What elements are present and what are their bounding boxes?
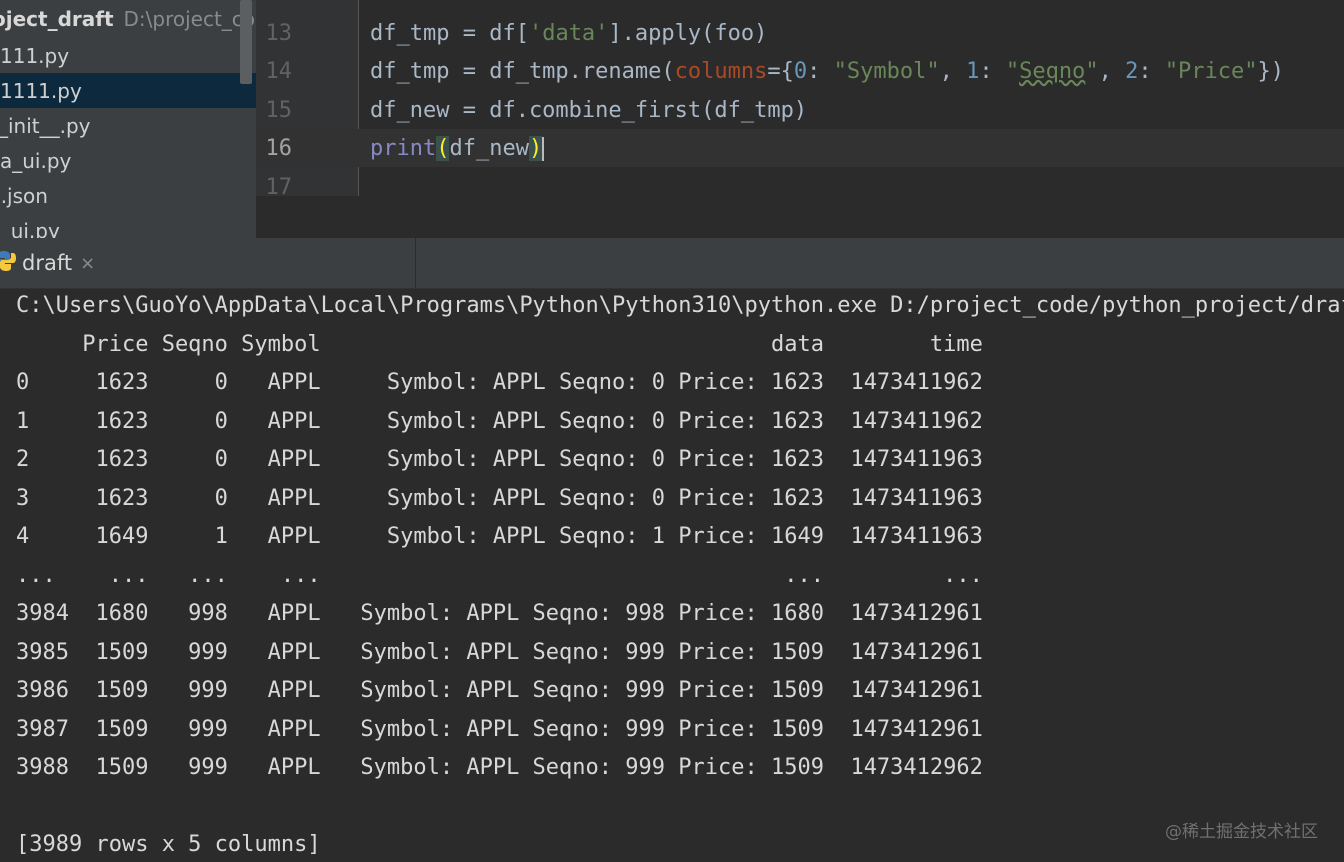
file-item[interactable]: a_ui.py	[0, 143, 256, 178]
console-command-line: C:\Users\GuoYo\AppData\Local\Programs\Py…	[16, 293, 1344, 318]
close-icon[interactable]: ×	[80, 253, 95, 274]
run-console[interactable]: C:\Users\GuoYo\AppData\Local\Programs\Py…	[0, 289, 1344, 862]
project-path: D:\project_code	[123, 7, 256, 31]
console-row: 3988 1509 999 APPL Symbol: APPL Seqno: 9…	[16, 755, 983, 780]
code-line[interactable]: 13 df_tmp = df['data'].apply(foo)	[256, 14, 1344, 52]
file-name: 1111.py	[0, 78, 82, 103]
console-ellipsis-row: ... ... ... ... ... ...	[16, 563, 983, 588]
console-row: 3985 1509 999 APPL Symbol: APPL Seqno: 9…	[16, 640, 983, 665]
file-name: 111.py	[0, 43, 70, 68]
console-summary-line: [3989 rows x 5 columns]	[16, 832, 321, 857]
file-item-selected[interactable]: 1111.py	[0, 73, 256, 108]
file-item[interactable]: b_ui.py	[0, 213, 256, 239]
code-line[interactable]: 15 df_new = df.combine_first(df_tmp)	[256, 91, 1344, 129]
console-row: 4 1649 1 APPL Symbol: APPL Seqno: 1 Pric…	[16, 524, 983, 549]
editor-empty-area	[256, 196, 1344, 238]
text-caret	[542, 136, 545, 161]
line-number: 15	[265, 97, 293, 123]
console-row: 3984 1680 998 APPL Symbol: APPL Seqno: 9…	[16, 601, 983, 626]
watermark: @稀土掘金技术社区	[1165, 822, 1318, 842]
console-row: 2 1623 0 APPL Symbol: APPL Seqno: 0 Pric…	[16, 447, 983, 472]
file-item[interactable]: __init__.py	[0, 108, 256, 143]
file-item[interactable]: b.json	[0, 178, 256, 213]
python-icon	[0, 250, 16, 277]
code-text: df_tmp = df_tmp.rename(columns={0: "Symb…	[370, 58, 1285, 84]
code-editor[interactable]: 13 df_tmp = df['data'].apply(foo) 14 df_…	[256, 0, 1344, 238]
code-line-current[interactable]: 16 print(df_new)	[256, 129, 1344, 167]
project-root-item[interactable]: oject_draft D:\project_code	[0, 0, 256, 38]
console-row: 3987 1509 999 APPL Symbol: APPL Seqno: 9…	[16, 717, 983, 742]
file-item[interactable]: 111.py	[0, 38, 256, 73]
file-name: a_ui.py	[0, 148, 72, 173]
console-row: 3 1623 0 APPL Symbol: APPL Seqno: 0 Pric…	[16, 486, 983, 511]
line-number: 14	[265, 58, 293, 84]
console-row: 0 1623 0 APPL Symbol: APPL Seqno: 0 Pric…	[16, 370, 983, 395]
code-text: print(df_new)	[370, 135, 545, 161]
console-row: 1 1623 0 APPL Symbol: APPL Seqno: 0 Pric…	[16, 409, 983, 434]
file-name: b_ui.py	[0, 218, 60, 239]
line-number: 13	[265, 20, 293, 46]
console-header-row: Price Seqno Symbol data time	[16, 332, 983, 357]
sidebar-scrollbar[interactable]	[240, 0, 252, 84]
project-sidebar: oject_draft D:\project_code 111.py 1111.…	[0, 0, 256, 238]
file-name: b.json	[0, 183, 48, 208]
code-text: df_tmp = df['data'].apply(foo)	[370, 20, 768, 46]
code-line[interactable]: 14 df_tmp = df_tmp.rename(columns={0: "S…	[256, 52, 1344, 90]
console-row: 3986 1509 999 APPL Symbol: APPL Seqno: 9…	[16, 678, 983, 703]
code-text: df_new = df.combine_first(df_tmp)	[370, 97, 808, 123]
line-number: 16	[265, 135, 293, 161]
project-name: oject_draft	[0, 7, 114, 31]
run-tab-bar: draft ×	[0, 238, 1344, 289]
run-tab-label: draft	[22, 251, 73, 275]
run-tab-draft[interactable]: draft ×	[0, 238, 416, 288]
file-name: __init__.py	[0, 113, 91, 138]
